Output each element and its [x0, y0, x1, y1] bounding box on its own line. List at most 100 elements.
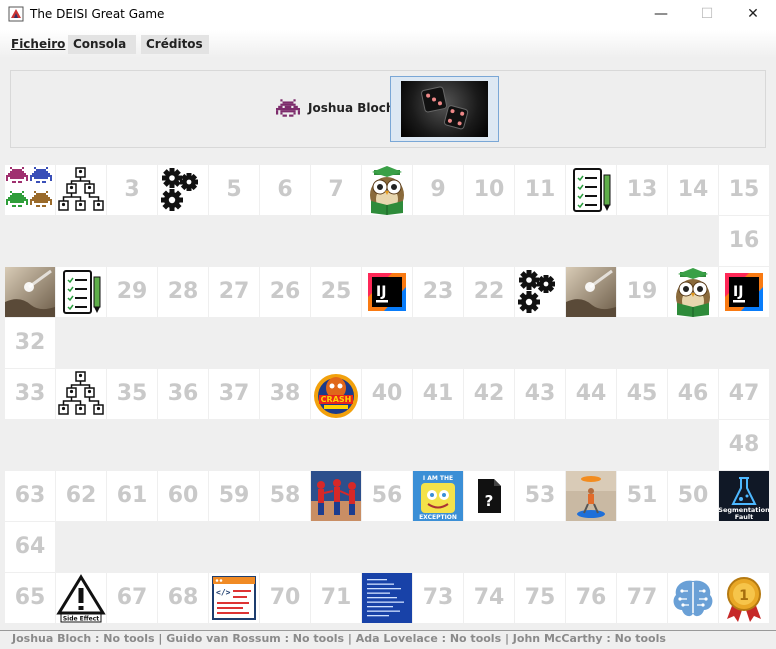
cell-number: 37 — [218, 381, 250, 406]
board-cell-32: 32 — [5, 318, 55, 368]
cell-number: 76 — [575, 585, 607, 610]
maximize-button[interactable]: ☐ — [684, 0, 730, 30]
board-cell-46: 46 — [668, 369, 718, 419]
menu-bar: Ficheiro Consola Créditos — [0, 30, 776, 58]
cell-number: 75 — [524, 585, 556, 610]
board-cell-68: 68 — [158, 573, 208, 623]
cell-number: 40 — [371, 381, 403, 406]
board-cell-54: ? — [464, 471, 514, 521]
board-cell-34 — [56, 369, 106, 419]
cell-number: 6 — [277, 177, 293, 202]
cell-number: 36 — [167, 381, 199, 406]
board-cell-53: 53 — [515, 471, 565, 521]
cell-number: 16 — [728, 228, 760, 253]
board-cell-16: 16 — [719, 216, 769, 266]
cell-number: 51 — [626, 483, 658, 508]
status-bar: Joshua Bloch : No tools | Guido van Ross… — [0, 630, 776, 649]
board-cell-15: 15 — [719, 165, 769, 215]
current-player-name: Joshua Bloch — [308, 101, 395, 115]
board-cell-13: 13 — [617, 165, 667, 215]
cell-number: 19 — [626, 279, 658, 304]
board-cell-5: 5 — [209, 165, 259, 215]
cell-number: 23 — [422, 279, 454, 304]
cell-number: 42 — [473, 381, 505, 406]
close-button[interactable]: ✕ — [730, 0, 776, 30]
board-cell-30 — [56, 267, 106, 317]
board-cell-37: 37 — [209, 369, 259, 419]
window-title: The DEISI Great Game — [30, 7, 165, 21]
cell-number: 15 — [728, 177, 760, 202]
cell-number: 27 — [218, 279, 250, 304]
board-cell-43: 43 — [515, 369, 565, 419]
board-cell-7: 7 — [311, 165, 361, 215]
board-cell-6: 6 — [260, 165, 310, 215]
cell-number: 26 — [269, 279, 301, 304]
board-cell-14: 14 — [668, 165, 718, 215]
board-cell-21 — [515, 267, 565, 317]
cell-number: 60 — [167, 483, 199, 508]
board-cell-3: 3 — [107, 165, 157, 215]
cell-number: 62 — [65, 483, 97, 508]
cell-number: 53 — [524, 483, 556, 508]
board-cell-76: 76 — [566, 573, 616, 623]
cell-number: 71 — [320, 585, 352, 610]
cell-number: 64 — [14, 534, 46, 559]
svg-text:CRASH: CRASH — [321, 395, 352, 404]
cell-number: 28 — [167, 279, 199, 304]
cell-number: 9 — [430, 177, 446, 202]
game-board: 3567 9 10 11 13 14 15 16 IJ 19 22 23 IJ 25 26 27 2… — [5, 165, 771, 623]
cell-number: 47 — [728, 381, 760, 406]
board-cell-39: CRASH — [311, 369, 361, 419]
board-cell-67: 67 — [107, 573, 157, 623]
board-cell-17: IJ — [719, 267, 769, 317]
cell-number: 5 — [226, 177, 242, 202]
board-cell-60: 60 — [158, 471, 208, 521]
cell-number: 48 — [728, 432, 760, 457]
board-cell-69: </> — [209, 573, 259, 623]
svg-text:I AM THE: I AM THE — [423, 475, 453, 482]
menu-creditos[interactable]: Créditos — [141, 35, 209, 54]
cell-number: 10 — [473, 177, 505, 202]
board-cell-57 — [311, 471, 361, 521]
board-cell-63: 63 — [5, 471, 55, 521]
board-cell-72 — [362, 573, 412, 623]
board-cell-10: 10 — [464, 165, 514, 215]
svg-text:Side Effect: Side Effect — [63, 616, 99, 623]
cell-number: 3 — [124, 177, 140, 202]
board-cell-12 — [566, 165, 616, 215]
players-tools-status: Joshua Bloch : No tools | Guido van Ross… — [12, 632, 666, 645]
board-cell-18 — [668, 267, 718, 317]
board-cell-38: 38 — [260, 369, 310, 419]
menu-ficheiro[interactable]: Ficheiro — [6, 35, 70, 54]
minimize-button[interactable]: — — [638, 0, 684, 30]
cell-number: 29 — [116, 279, 148, 304]
cell-number: 59 — [218, 483, 250, 508]
cell-number: 22 — [473, 279, 505, 304]
cell-number: 56 — [371, 483, 403, 508]
board-cell-23: 23 — [413, 267, 463, 317]
board-cell-56: 56 — [362, 471, 412, 521]
roll-dice-button[interactable] — [390, 76, 499, 142]
svg-text:EXCEPTION: EXCEPTION — [419, 514, 457, 521]
cell-number: 13 — [626, 177, 658, 202]
svg-text:IJ: IJ — [733, 284, 743, 300]
board-cell-42: 42 — [464, 369, 514, 419]
board-cell-50: 50 — [668, 471, 718, 521]
board-cell-33: 33 — [5, 369, 55, 419]
board-cell-47: 47 — [719, 369, 769, 419]
cell-number: 50 — [677, 483, 709, 508]
board-cell-22: 22 — [464, 267, 514, 317]
board-cell-29: 29 — [107, 267, 157, 317]
svg-text:Fault: Fault — [735, 513, 753, 521]
menu-consola[interactable]: Consola — [68, 35, 136, 54]
board-cell-52 — [566, 471, 616, 521]
dice-icon — [401, 81, 488, 137]
board-cell-11: 11 — [515, 165, 565, 215]
board-cell-31 — [5, 267, 55, 317]
board-cell-75: 75 — [515, 573, 565, 623]
cell-number: 74 — [473, 585, 505, 610]
cell-number: 58 — [269, 483, 301, 508]
board-cell-77: 77 — [617, 573, 667, 623]
board-cell-1 — [5, 165, 55, 215]
board-cell-74: 74 — [464, 573, 514, 623]
